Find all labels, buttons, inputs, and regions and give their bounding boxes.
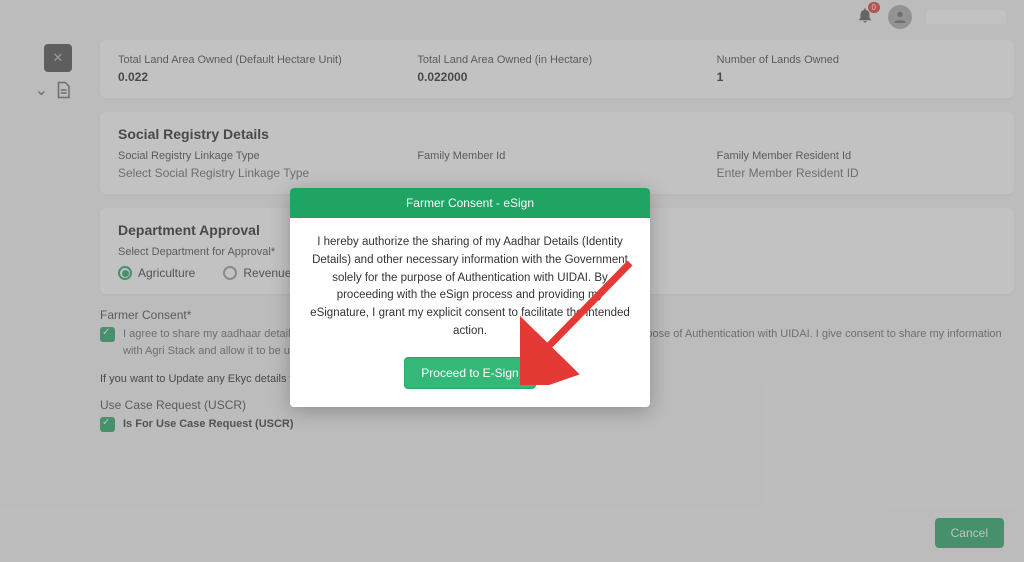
modal-title: Farmer Consent - eSign <box>290 188 650 218</box>
consent-esign-modal: Farmer Consent - eSign I hereby authoriz… <box>290 188 650 407</box>
proceed-esign-button[interactable]: Proceed to E-Sign <box>404 357 535 389</box>
modal-body-text: I hereby authorize the sharing of my Aad… <box>308 234 632 341</box>
